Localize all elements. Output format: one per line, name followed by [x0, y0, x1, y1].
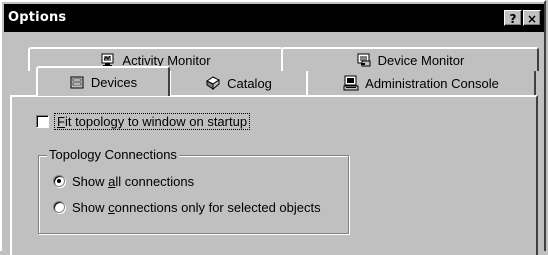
- close-button[interactable]: ×: [523, 10, 541, 26]
- topology-connections-label: Topology Connections: [47, 147, 179, 162]
- fit-topology-option[interactable]: Fit topology to window on startup: [36, 112, 251, 130]
- fit-topology-label[interactable]: Fit topology to window on startup: [53, 112, 251, 130]
- tab-catalog[interactable]: Catalog: [169, 69, 308, 95]
- window-title: Options: [8, 10, 67, 25]
- label-part: onnections only for selected objects: [114, 199, 321, 215]
- tab-devices-label: Devices: [90, 74, 138, 90]
- device-monitor-icon: [357, 53, 371, 67]
- show-selected-connections-label[interactable]: Show connections only for selected objec…: [72, 200, 321, 215]
- fit-topology-label-rest: it topology to window on startup: [64, 113, 248, 129]
- tab-devices[interactable]: Devices: [36, 66, 170, 96]
- topology-connections-group: Topology Connections Show all connection…: [38, 147, 349, 234]
- label-part: ll connections: [115, 173, 195, 189]
- administration-console-icon: [343, 75, 359, 91]
- show-all-connections-label[interactable]: Show all connections: [72, 174, 194, 189]
- label-part: Show: [72, 199, 109, 215]
- fit-topology-checkbox[interactable]: [36, 114, 49, 128]
- tab-administration-console[interactable]: Administration Console: [306, 69, 536, 95]
- show-all-connections-radio[interactable]: [53, 175, 65, 187]
- show-selected-connections-option[interactable]: Show connections only for selected objec…: [53, 198, 321, 216]
- catalog-icon: [206, 76, 221, 91]
- tab-device-monitor[interactable]: Device Monitor: [281, 47, 539, 71]
- show-all-connections-option[interactable]: Show all connections: [53, 172, 194, 190]
- help-button[interactable]: ?: [504, 10, 522, 26]
- show-selected-connections-radio[interactable]: [53, 201, 65, 213]
- tab-device-monitor-label: Device Monitor: [377, 52, 465, 68]
- title-bar[interactable]: Options ? ×: [4, 4, 544, 32]
- tab-catalog-label: Catalog: [227, 75, 272, 91]
- tab-administration-console-label: Administration Console: [365, 75, 499, 91]
- devices-icon: [70, 76, 84, 89]
- fit-topology-label-mnemonic: F: [57, 113, 65, 129]
- label-part: Show: [72, 173, 109, 189]
